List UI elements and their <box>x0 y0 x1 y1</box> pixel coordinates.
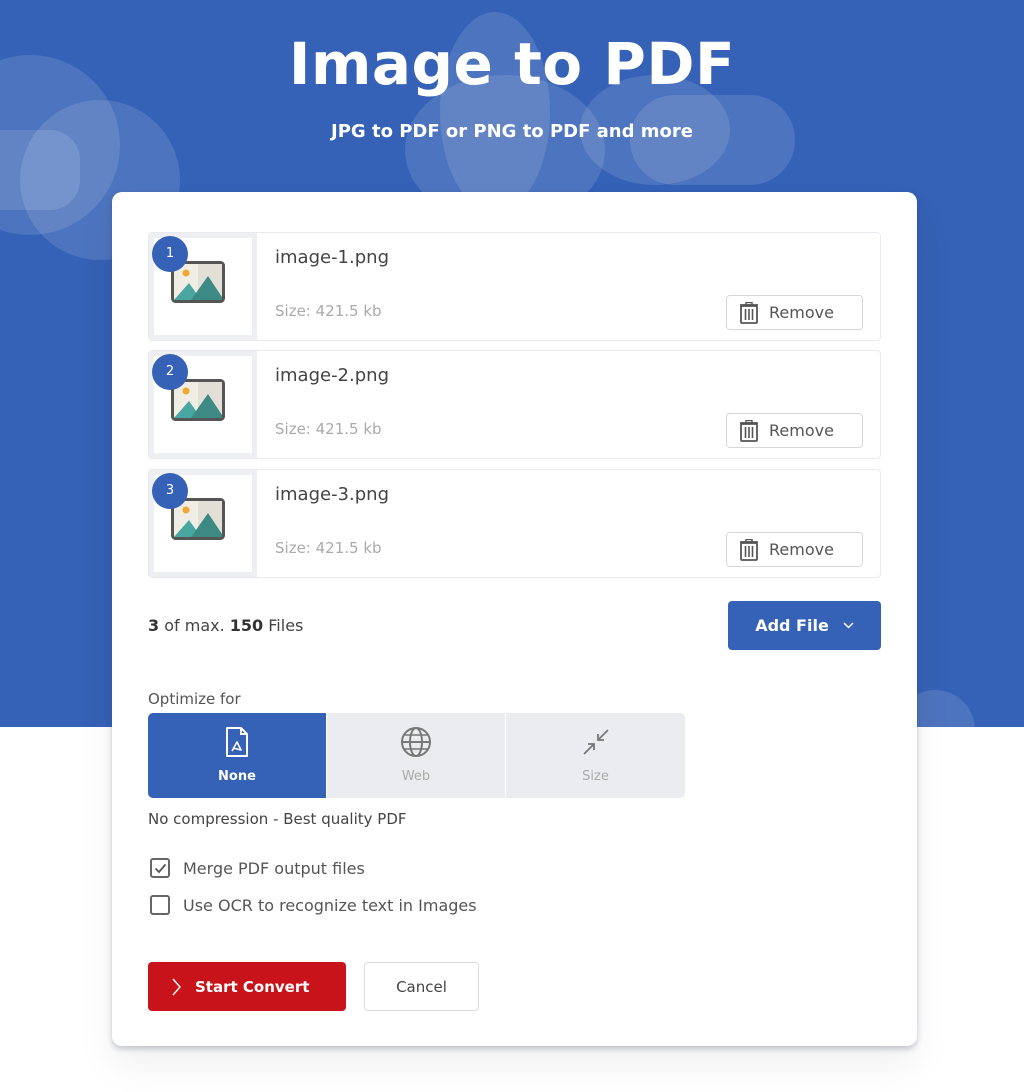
globe-icon <box>401 727 431 757</box>
trash-icon <box>740 301 758 324</box>
file-name: image-3.png <box>275 484 389 505</box>
file-thumbnail: 3 <box>149 470 257 577</box>
converter-card: 1 image-1.png Size: 421.5 kb Remove 2 im… <box>112 192 917 1046</box>
optimize-option-none[interactable]: None <box>148 713 327 798</box>
file-index-badge: 1 <box>152 236 188 272</box>
optimize-option-label: Size <box>582 769 609 784</box>
optimize-option-label: None <box>218 769 256 784</box>
file-size: Size: 421.5 kb <box>275 420 382 438</box>
merge-pdf-option[interactable]: Merge PDF output files <box>150 858 365 878</box>
remove-label: Remove <box>769 540 834 559</box>
trash-icon <box>740 538 758 561</box>
file-name: image-2.png <box>275 365 389 386</box>
merge-pdf-checkbox[interactable] <box>150 858 170 878</box>
chevron-down-icon <box>843 622 854 629</box>
file-thumbnail: 2 <box>149 351 257 458</box>
file-size: Size: 421.5 kb <box>275 302 382 320</box>
optimize-option-size[interactable]: Size <box>506 713 685 798</box>
file-list-item: 1 image-1.png Size: 421.5 kb Remove <box>148 232 881 341</box>
file-count-current: 3 <box>148 616 160 635</box>
optimize-option-web[interactable]: Web <box>327 713 506 798</box>
file-count-middle: of max. <box>159 616 230 635</box>
chevron-right-icon <box>172 978 181 995</box>
start-convert-label: Start Convert <box>195 977 310 996</box>
remove-file-button[interactable]: Remove <box>726 295 863 330</box>
remove-file-button[interactable]: Remove <box>726 413 863 448</box>
file-index-badge: 2 <box>152 354 188 390</box>
file-index-badge: 3 <box>152 473 188 509</box>
add-file-label: Add File <box>755 616 829 635</box>
remove-label: Remove <box>769 303 834 322</box>
file-count: 3 of max. 150 Files <box>148 616 303 635</box>
ocr-label: Use OCR to recognize text in Images <box>183 895 477 915</box>
ocr-option[interactable]: Use OCR to recognize text in Images <box>150 895 477 915</box>
checkmark-icon <box>154 863 166 873</box>
optimize-option-label: Web <box>401 769 431 784</box>
file-name: image-1.png <box>275 247 389 268</box>
file-count-max: 150 <box>229 616 264 635</box>
page-subtitle: JPG to PDF or PNG to PDF and more <box>331 121 693 142</box>
file-size: Size: 421.5 kb <box>275 539 382 557</box>
cancel-button[interactable]: Cancel <box>364 962 479 1011</box>
cloud-decoration <box>0 130 80 210</box>
optimize-label: Optimize for <box>148 690 241 708</box>
add-file-button[interactable]: Add File <box>728 601 881 650</box>
merge-pdf-label: Merge PDF output files <box>183 858 365 878</box>
optimize-description: No compression - Best quality PDF <box>148 810 407 828</box>
page-title: Image to PDF <box>288 30 736 98</box>
optimize-segmented-control: None Web Size <box>148 713 685 798</box>
remove-label: Remove <box>769 421 834 440</box>
file-list-item: 3 image-3.png Size: 421.5 kb Remove <box>148 469 881 578</box>
remove-file-button[interactable]: Remove <box>726 532 863 567</box>
trash-icon <box>740 419 758 442</box>
start-convert-button[interactable]: Start Convert <box>148 962 346 1011</box>
file-count-suffix: Files <box>263 616 304 635</box>
file-thumbnail: 1 <box>149 233 257 340</box>
pdf-file-icon <box>226 727 248 757</box>
file-list-item: 2 image-2.png Size: 421.5 kb Remove <box>148 350 881 459</box>
compress-arrows-icon <box>582 729 609 755</box>
ocr-checkbox[interactable] <box>150 895 170 915</box>
